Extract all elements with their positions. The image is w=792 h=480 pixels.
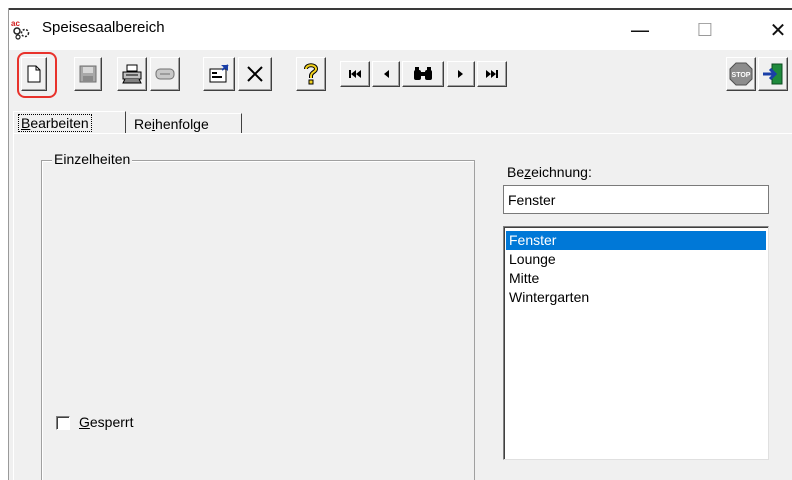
exit-door-icon <box>763 63 783 85</box>
binoculars-icon <box>414 67 432 80</box>
bereich-listbox[interactable]: Fenster Lounge Mitte Wintergarten <box>503 226 769 460</box>
maximize-button[interactable]: ☐ <box>685 14 725 46</box>
details-group-title: Einzelheiten <box>52 151 133 167</box>
minimize-button[interactable]: — <box>620 14 660 46</box>
first-record-icon <box>349 70 361 78</box>
exit-button[interactable] <box>758 57 788 91</box>
question-mark-icon <box>304 63 319 85</box>
tab-reihenfolge-label: Reihenfolge <box>134 115 209 132</box>
list-item[interactable]: Mitte <box>506 269 766 288</box>
highlight-marker <box>17 52 57 98</box>
save-button[interactable] <box>74 57 102 91</box>
list-item[interactable]: Lounge <box>506 250 766 269</box>
save-disk-icon <box>79 65 97 83</box>
close-x-icon <box>247 66 263 82</box>
properties-button[interactable] <box>203 57 235 91</box>
next-record-icon <box>458 70 463 78</box>
bezeichnung-input[interactable] <box>503 185 769 214</box>
close-button[interactable]: ✕ <box>758 14 792 46</box>
find-button[interactable] <box>402 61 444 87</box>
stop-sign-label: STOP <box>732 72 751 79</box>
previous-record-button[interactable] <box>372 61 400 87</box>
gesperrt-label[interactable]: Gesperrt <box>79 414 133 430</box>
bezeichnung-label: Bezeichnung: <box>507 164 592 180</box>
tab-bearbeiten[interactable]: Bearbeiten <box>13 111 126 133</box>
last-record-button[interactable] <box>477 61 507 87</box>
window-title: Speisesaalbereich <box>42 19 165 36</box>
tray-icon <box>155 68 175 80</box>
last-record-icon <box>486 70 498 78</box>
delete-button[interactable] <box>238 57 272 91</box>
print-button[interactable] <box>117 57 147 91</box>
list-item[interactable]: Fenster <box>506 231 766 250</box>
next-record-button[interactable] <box>447 61 475 87</box>
stop-button[interactable]: STOP <box>726 57 756 91</box>
gesperrt-checkbox[interactable] <box>56 416 70 430</box>
properties-icon <box>209 64 229 83</box>
details-group <box>41 160 475 480</box>
stop-sign-icon: STOP <box>729 62 753 86</box>
app-icon: ac <box>11 18 33 40</box>
help-button[interactable] <box>296 57 326 91</box>
tab-bearbeiten-label: Bearbeiten <box>18 113 92 132</box>
tab-reihenfolge[interactable]: Reihenfolge <box>130 113 242 133</box>
previous-record-icon <box>384 70 389 78</box>
list-item[interactable]: Wintergarten <box>506 288 766 307</box>
printer-tray-button[interactable] <box>150 57 180 91</box>
svg-text:ac: ac <box>11 19 20 28</box>
first-record-button[interactable] <box>340 61 370 87</box>
printer-icon <box>122 64 142 84</box>
